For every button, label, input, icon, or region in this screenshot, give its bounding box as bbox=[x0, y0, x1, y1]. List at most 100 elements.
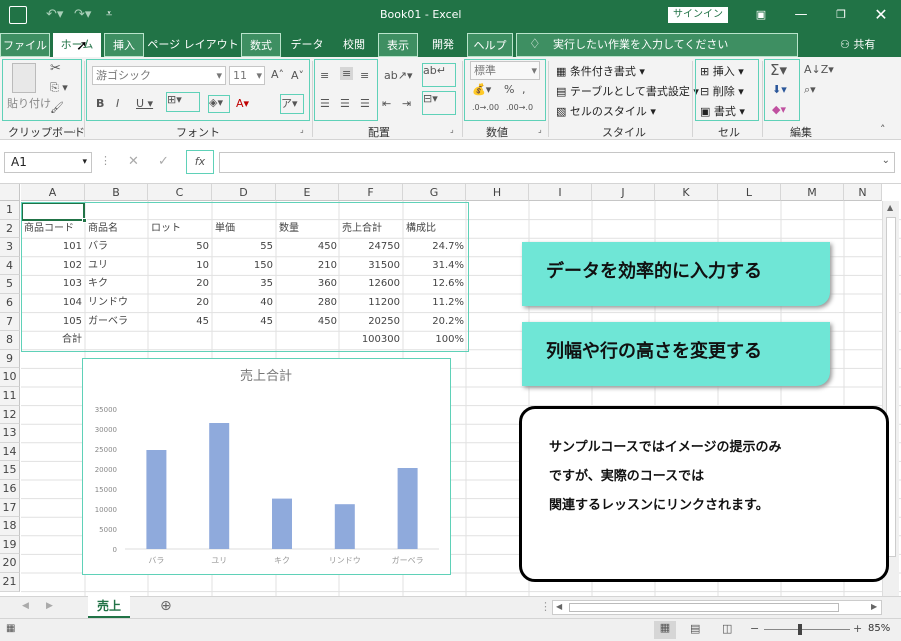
phonetic-icon[interactable]: ア▾ bbox=[280, 94, 304, 114]
italic-icon[interactable]: I bbox=[116, 97, 119, 110]
number-launcher-icon[interactable]: ⌟ bbox=[538, 125, 542, 134]
table-cell[interactable]: 24750 bbox=[339, 238, 403, 256]
total-ratio-cell[interactable]: 100% bbox=[403, 331, 467, 349]
underline-icon[interactable]: U ▾ bbox=[136, 97, 153, 110]
ribbon-display-icon[interactable]: ▣ bbox=[741, 0, 781, 30]
hscroll-right-icon[interactable]: ▶ bbox=[871, 602, 877, 611]
signin-button[interactable]: サインイン bbox=[668, 7, 728, 23]
align-right-icon[interactable]: ☰ bbox=[360, 97, 370, 110]
align-center-icon[interactable]: ☰ bbox=[340, 97, 350, 110]
bar-3[interactable] bbox=[334, 504, 355, 549]
total-label-cell[interactable]: 合計 bbox=[21, 331, 85, 349]
tell-me-box[interactable]: ♢ 実行したい作業を入力してください bbox=[516, 33, 798, 57]
percent-icon[interactable]: % bbox=[504, 83, 514, 96]
decrease-decimal-icon[interactable]: .00→.0 bbox=[506, 103, 533, 112]
tab-help[interactable]: ヘルプ bbox=[467, 33, 513, 57]
bar-0[interactable] bbox=[146, 450, 167, 549]
sales-chart[interactable]: 売上合計 35000 30000 25000 20000 15000 10000 5000 0… bbox=[82, 358, 451, 575]
bar-1[interactable] bbox=[209, 423, 230, 549]
hscroll-thumb[interactable] bbox=[569, 603, 839, 612]
sheet-tab-sales[interactable]: 売上 bbox=[88, 596, 130, 618]
redo-icon[interactable]: ↷▾ bbox=[74, 7, 91, 22]
fill-color-icon[interactable]: ◈▾ bbox=[208, 95, 230, 113]
table-cell[interactable]: 10 bbox=[148, 257, 212, 275]
format-painter-icon[interactable]: 🖌 bbox=[50, 101, 64, 114]
zoom-slider-thumb[interactable] bbox=[798, 624, 802, 635]
save-icon[interactable] bbox=[9, 6, 27, 24]
table-cell[interactable]: 20250 bbox=[339, 313, 403, 331]
table-cell[interactable]: 20 bbox=[148, 294, 212, 312]
table-cell[interactable]: 11.2% bbox=[403, 294, 467, 312]
table-cell[interactable]: 210 bbox=[276, 257, 340, 275]
increase-indent-icon[interactable]: ⇥ bbox=[402, 97, 411, 110]
table-header-cell[interactable]: 構成比 bbox=[403, 220, 467, 238]
table-header-cell[interactable]: 数量 bbox=[276, 220, 340, 238]
font-color-icon[interactable]: A▾ bbox=[236, 97, 249, 110]
zoom-out-icon[interactable]: − bbox=[750, 622, 759, 635]
table-cell[interactable]: 101 bbox=[21, 238, 85, 256]
horizontal-scrollbar[interactable]: ◀ ▶ bbox=[552, 600, 882, 615]
clear-icon[interactable]: ◆▾ bbox=[772, 103, 786, 116]
cell-styles-button[interactable]: ▧ セルのスタイル ▾ bbox=[556, 103, 656, 119]
borders-icon[interactable]: ⊞▾ bbox=[166, 92, 200, 112]
tab-developer[interactable]: 開発 bbox=[421, 33, 465, 57]
table-cell[interactable]: 450 bbox=[276, 238, 340, 256]
table-cell[interactable]: 280 bbox=[276, 294, 340, 312]
macro-record-icon[interactable]: ▦ bbox=[6, 623, 15, 634]
undo-icon[interactable]: ↶▾ bbox=[46, 7, 63, 22]
increase-decimal-icon[interactable]: .0→.00 bbox=[472, 103, 499, 112]
tab-page-layout[interactable]: ページ レイアウト bbox=[147, 33, 239, 57]
align-left-icon[interactable]: ☰ bbox=[320, 97, 330, 110]
bar-4[interactable] bbox=[397, 468, 418, 549]
table-header-cell[interactable]: ロット bbox=[148, 220, 212, 238]
table-cell[interactable]: 20.2% bbox=[403, 313, 467, 331]
table-cell[interactable]: 104 bbox=[21, 294, 85, 312]
customize-qat-icon[interactable]: ⩡ bbox=[106, 7, 112, 21]
scroll-up-icon[interactable]: ▲ bbox=[887, 203, 893, 212]
align-top-icon[interactable]: ≡ bbox=[320, 69, 329, 82]
tab-formulas[interactable]: 数式 bbox=[241, 33, 281, 57]
conditional-formatting-button[interactable]: ▦ 条件付き書式 ▾ bbox=[556, 63, 645, 79]
font-launcher-icon[interactable]: ⌟ bbox=[300, 125, 304, 134]
table-cell[interactable]: 24.7% bbox=[403, 238, 467, 256]
table-cell[interactable]: 40 bbox=[212, 294, 276, 312]
zoom-in-icon[interactable]: + bbox=[853, 622, 862, 635]
zoom-level[interactable]: 85% bbox=[868, 623, 890, 634]
decrease-indent-icon[interactable]: ⇤ bbox=[382, 97, 391, 110]
table-cell[interactable]: キク bbox=[85, 275, 149, 293]
table-cell[interactable]: 103 bbox=[21, 275, 85, 293]
format-cells-button[interactable]: ▣ 書式 ▾ bbox=[700, 103, 745, 119]
alignment-launcher-icon[interactable]: ⌟ bbox=[450, 125, 454, 134]
name-box[interactable]: A1 ▾ bbox=[4, 152, 92, 173]
delete-cells-button[interactable]: ⊟ 削除 ▾ bbox=[700, 83, 744, 99]
fill-icon[interactable]: ⬇▾ bbox=[772, 83, 787, 96]
sort-filter-icon[interactable]: A↓Z▾ bbox=[804, 63, 834, 76]
cancel-icon[interactable]: ✕ bbox=[128, 154, 139, 169]
autosum-icon[interactable]: Σ▾ bbox=[770, 61, 787, 79]
cut-icon[interactable]: ✂ bbox=[50, 61, 61, 76]
tab-file[interactable]: ファイル bbox=[0, 33, 50, 57]
zoom-slider[interactable] bbox=[764, 629, 850, 630]
callout-change-size[interactable]: 列幅や行の高さを変更する bbox=[522, 322, 830, 386]
table-header-cell[interactable]: 商品名 bbox=[85, 220, 149, 238]
table-header-cell[interactable]: 商品コード bbox=[21, 220, 85, 238]
bold-icon[interactable]: B bbox=[96, 97, 104, 110]
table-cell[interactable]: 50 bbox=[148, 238, 212, 256]
currency-icon[interactable]: 💰▾ bbox=[472, 83, 491, 96]
scroll-right-icon[interactable]: ▶ bbox=[46, 601, 53, 611]
page-break-view-icon[interactable]: ◫ bbox=[722, 622, 732, 635]
table-cell[interactable]: 150 bbox=[212, 257, 276, 275]
share-button[interactable]: ⚇ 共有 bbox=[840, 36, 875, 52]
add-sheet-icon[interactable]: ⊕ bbox=[160, 598, 172, 614]
table-cell[interactable]: 12600 bbox=[339, 275, 403, 293]
find-select-icon[interactable]: ⌕▾ bbox=[804, 83, 816, 97]
font-size-select[interactable]: 11 ▾ bbox=[229, 66, 265, 85]
insert-cells-button[interactable]: ⊞ 挿入 ▾ bbox=[700, 63, 744, 79]
expand-formula-icon[interactable]: ⌄ bbox=[882, 155, 890, 166]
table-cell[interactable]: 102 bbox=[21, 257, 85, 275]
table-header-cell[interactable]: 売上合計 bbox=[339, 220, 403, 238]
table-cell[interactable]: 360 bbox=[276, 275, 340, 293]
copy-icon[interactable]: ⎘ ▾ bbox=[50, 81, 68, 95]
clipboard-launcher-icon[interactable]: ⌟ bbox=[72, 125, 76, 134]
tab-view[interactable]: 表示 bbox=[378, 33, 418, 57]
